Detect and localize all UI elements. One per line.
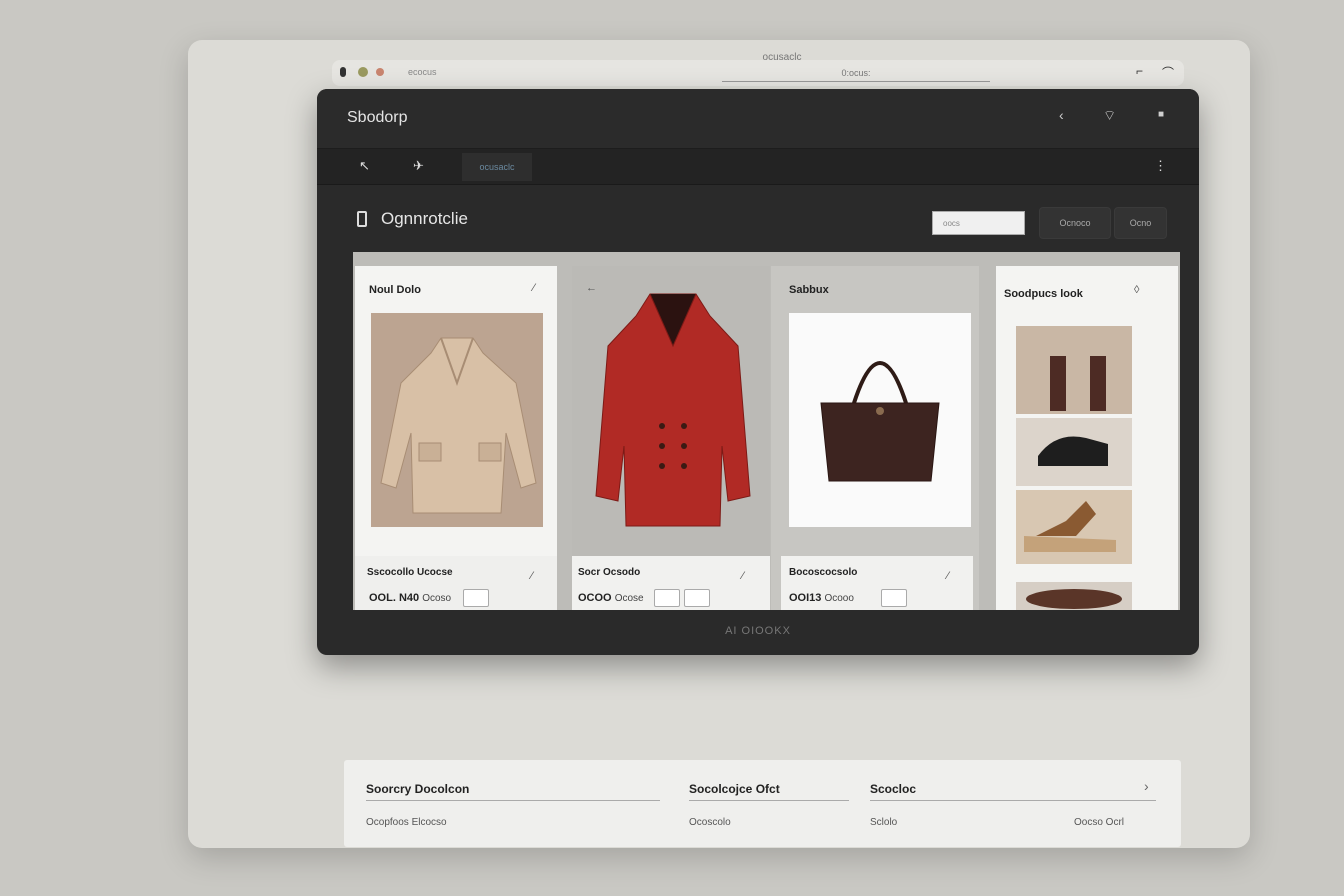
details-text: Ocoscolo bbox=[689, 817, 731, 828]
details-link[interactable]: Oocso Ocrl bbox=[1074, 817, 1124, 828]
details-heading: Soorcry Docolcon bbox=[366, 782, 470, 796]
details-panel: Soorcry Docolcon Ocopfoos Elcocso Socolc… bbox=[344, 760, 1181, 847]
favorite-icon[interactable]: ⁄ bbox=[531, 570, 533, 582]
divider bbox=[870, 800, 1156, 801]
product-card[interactable]: Sabbux Bocoscocsolo ⁄ OOI13 Ocooo bbox=[771, 266, 979, 610]
quantity-input[interactable] bbox=[654, 589, 680, 607]
window-control-maximize[interactable] bbox=[376, 68, 384, 76]
filter-button[interactable]: Ocnoco bbox=[1039, 207, 1111, 239]
app-navbar: ↖ ✈ ocusaclc ⋮ bbox=[317, 149, 1199, 185]
app-header: Sbodorp ‹ ⌔ ■ bbox=[317, 89, 1199, 149]
product-card[interactable]: ← Socr Ocsodo ⁄ OCOO Ocose bbox=[572, 266, 770, 610]
window-control-minimize[interactable] bbox=[358, 67, 368, 77]
product-image-red-coat[interactable] bbox=[588, 286, 758, 536]
card-title: Soodpucs look bbox=[1004, 288, 1083, 300]
link-icon[interactable]: ⌔ bbox=[1103, 107, 1116, 125]
app-title: Sbodorp bbox=[347, 109, 408, 126]
product-image-beige-coat[interactable] bbox=[371, 313, 543, 527]
favorite-icon[interactable]: ⁄ bbox=[947, 570, 949, 582]
more-icon[interactable]: ⋮ bbox=[1154, 158, 1167, 174]
product-grid: Noul Dolo ⁄ Sscocollo Ucocse ⁄ OOL. N40 … bbox=[353, 252, 1180, 610]
divider bbox=[366, 800, 660, 801]
sort-button[interactable]: Ocno bbox=[1114, 207, 1167, 239]
app-footer-label: AI OIOOKX bbox=[725, 625, 791, 637]
window-icon[interactable]: ■ bbox=[1158, 109, 1164, 120]
details-text: Ocopfoos Elcocso bbox=[366, 817, 447, 828]
product-card[interactable]: Noul Dolo ⁄ Sscocollo Ucocse ⁄ OOL. N40 … bbox=[355, 266, 557, 610]
shop-app-window: Sbodorp ‹ ⌔ ■ ↖ ✈ ocusaclc ⋮ Ognnrotclie… bbox=[317, 89, 1199, 655]
search-input[interactable]: oocs bbox=[932, 211, 1025, 235]
favorite-icon[interactable]: ⁄ bbox=[742, 570, 744, 582]
details-heading: Scocloc bbox=[870, 782, 917, 796]
browser-tab-title[interactable]: ocusaclc bbox=[732, 52, 832, 63]
back-icon[interactable]: ‹ bbox=[1059, 107, 1064, 123]
section-title: Ognnrotclie bbox=[381, 209, 468, 228]
card-caption: Socr Ocsodo bbox=[578, 567, 641, 578]
details-heading: Socolcojce Ofct bbox=[689, 782, 780, 796]
product-price: OOL. N40 Ocoso bbox=[369, 592, 452, 604]
plane-icon[interactable]: ✈ bbox=[413, 158, 424, 174]
quantity-input[interactable] bbox=[463, 589, 489, 607]
card-caption: Sscocollo Ucocse bbox=[367, 567, 453, 578]
tab-active[interactable]: ocusaclc bbox=[462, 153, 532, 181]
arrow-icon[interactable]: ↖ bbox=[359, 158, 370, 174]
product-image-brown-handbag[interactable] bbox=[789, 313, 971, 527]
card-title: Sabbux bbox=[789, 284, 829, 296]
product-card[interactable]: Soodpucs look ◊ bbox=[996, 266, 1178, 610]
window-control-close[interactable] bbox=[340, 67, 346, 77]
favorite-icon[interactable]: ⁄ bbox=[533, 282, 535, 294]
card-caption: Bocoscocsolo bbox=[789, 567, 858, 578]
address-bar[interactable]: 0:ocus: bbox=[722, 68, 990, 82]
card-title: Noul Dolo bbox=[369, 284, 421, 296]
more-icon[interactable]: ◊ bbox=[1134, 284, 1139, 296]
details-text: Sclolo bbox=[870, 817, 898, 828]
refresh-icon[interactable]: ⌐ bbox=[1136, 64, 1143, 78]
divider bbox=[689, 800, 849, 801]
browser-toolbar: ecocus ocusaclc 0:ocus: ⌐ ⌒ bbox=[332, 52, 1184, 86]
product-price: OOI13 Ocooo bbox=[789, 592, 854, 604]
product-image-shoes-collection[interactable] bbox=[1016, 326, 1132, 610]
product-price: OCOO Ocose bbox=[578, 592, 644, 604]
browser-url-left: ecocus bbox=[408, 67, 437, 77]
chevron-right-icon[interactable]: › bbox=[1144, 778, 1149, 794]
quantity-input[interactable] bbox=[881, 589, 907, 607]
quantity-input[interactable] bbox=[684, 589, 710, 607]
menu-icon[interactable]: ⌒ bbox=[1162, 64, 1174, 81]
